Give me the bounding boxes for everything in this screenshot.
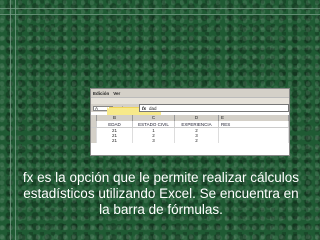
cell[interactable]: ESTADO CIVIL bbox=[133, 121, 175, 128]
excel-screenshot: Edición Ver A Insé fx dad B C D E EDAD E… bbox=[90, 88, 290, 156]
cell[interactable]: 3 bbox=[133, 138, 175, 143]
cell[interactable] bbox=[219, 138, 289, 143]
cell[interactable]: EXPERIENCIA bbox=[175, 121, 219, 128]
cell[interactable]: 2 bbox=[175, 138, 219, 143]
menu-bar: Edición Ver bbox=[91, 89, 289, 97]
cell[interactable]: RES bbox=[219, 121, 289, 128]
formula-value: dad bbox=[149, 105, 157, 111]
header-row: EDAD ESTADO CIVIL EXPERIENCIA RES bbox=[91, 121, 289, 128]
name-box-value: A bbox=[95, 105, 99, 111]
formula-bar[interactable]: fx dad bbox=[139, 104, 289, 112]
menu-item-ver[interactable]: Ver bbox=[113, 91, 120, 96]
frame-line-horizontal bbox=[0, 14, 320, 15]
frame-line-horizontal bbox=[0, 8, 320, 9]
menu-item-edicion[interactable]: Edición bbox=[93, 91, 109, 96]
table-row: 21 3 2 bbox=[91, 138, 289, 143]
frame-line-vertical bbox=[15, 0, 16, 240]
cell[interactable]: EDAD bbox=[97, 121, 133, 128]
worksheet: B C D E EDAD ESTADO CIVIL EXPERIENCIA RE… bbox=[91, 115, 289, 155]
insert-function-button[interactable]: fx bbox=[142, 106, 146, 111]
slide-caption: fx es la opción que le permite realizar … bbox=[22, 170, 300, 217]
cell[interactable]: 21 bbox=[97, 138, 133, 143]
frame-line-vertical bbox=[10, 0, 11, 240]
